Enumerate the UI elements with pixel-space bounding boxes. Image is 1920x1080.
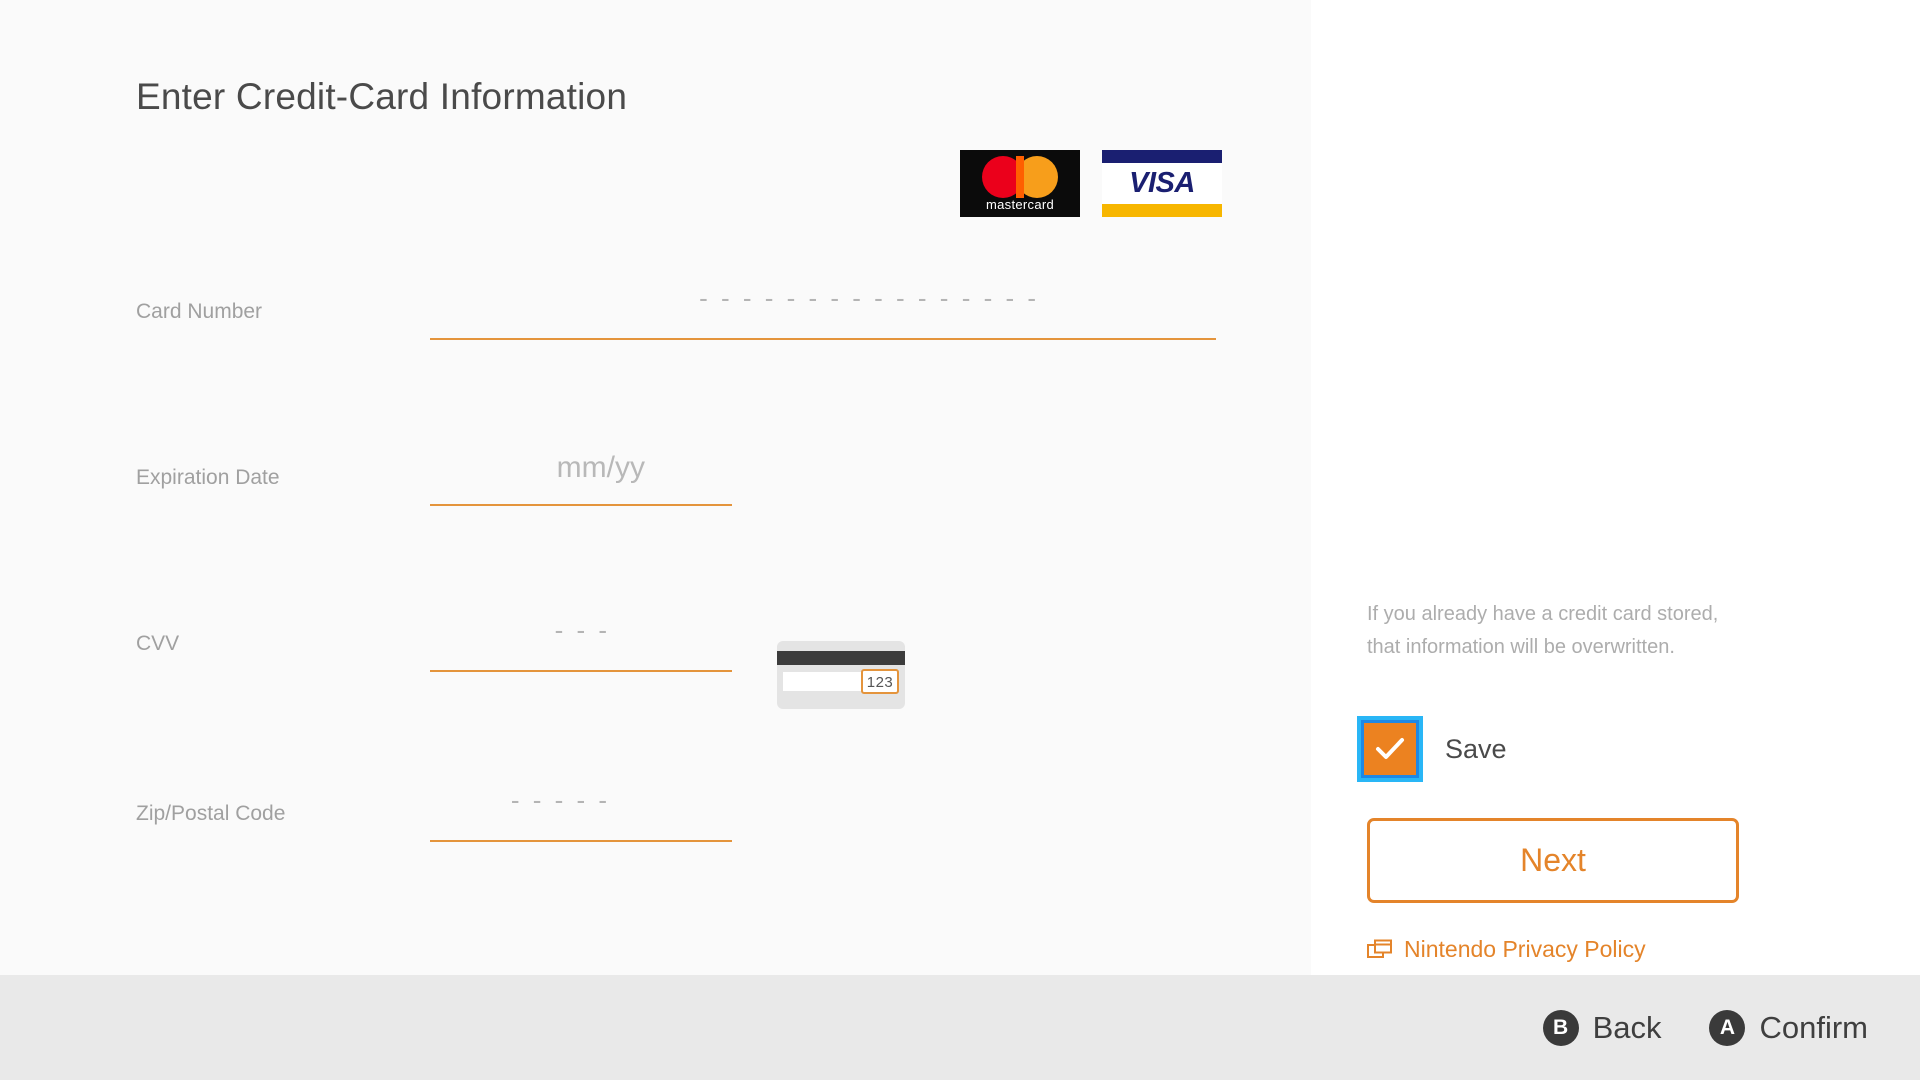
visa-logo: VISA	[1102, 150, 1222, 217]
bottom-action-bar: B Back A Confirm	[0, 975, 1920, 1080]
mastercard-wordmark: mastercard	[985, 197, 1055, 212]
placeholder-card-number: - - - - - - - - - - - - - - - -	[699, 283, 1039, 313]
save-checkbox-row[interactable]: Save	[1357, 716, 1507, 782]
back-button[interactable]: B Back	[1542, 1009, 1662, 1046]
confirm-button[interactable]: A Confirm	[1709, 1009, 1868, 1046]
page-title: Enter Credit-Card Information	[136, 76, 628, 117]
mastercard-circles	[982, 156, 1058, 198]
a-button-icon: A	[1709, 1009, 1746, 1046]
save-checkbox[interactable]	[1364, 723, 1416, 775]
visa-wordmark: VISA	[1129, 167, 1195, 199]
placeholder-zip-postal-code: - - - - -	[510, 785, 610, 815]
label-card-number: Card Number	[136, 300, 263, 323]
back-button-label: Back	[1592, 1009, 1662, 1045]
privacy-policy-link[interactable]: Nintendo Privacy Policy	[1367, 936, 1646, 963]
placeholder-expiration-date: mm/yy	[556, 451, 645, 484]
placeholder-cvv: - - -	[554, 615, 610, 645]
input-expiration-date[interactable]: mm/yy	[430, 444, 732, 506]
label-cvv: CVV	[136, 632, 180, 655]
card-cvv-example: 123	[861, 669, 899, 694]
next-button[interactable]: Next	[1367, 818, 1739, 903]
side-panel: If you already have a credit card stored…	[1311, 0, 1920, 975]
bottom-actions: B Back A Confirm	[1542, 975, 1868, 1080]
save-checkbox-label: Save	[1445, 733, 1507, 764]
mastercard-overlap	[1016, 156, 1024, 198]
label-expiration-date: Expiration Date	[136, 466, 280, 489]
field-row-expiration-date: Expiration Date mm/yy	[0, 444, 1311, 534]
cvv-location-card-icon: 123	[777, 641, 905, 709]
accepted-card-brands: mastercard VISA	[960, 150, 1222, 217]
visa-top-bar	[1102, 150, 1222, 163]
input-zip-postal-code[interactable]: - - - - -	[430, 780, 732, 842]
checkmark-icon	[1376, 738, 1404, 759]
b-button-icon: B	[1542, 1009, 1579, 1046]
card-magnetic-stripe	[777, 651, 905, 665]
mastercard-logo: mastercard	[960, 150, 1080, 217]
save-checkbox-focus-ring	[1357, 716, 1423, 782]
confirm-button-label: Confirm	[1759, 1009, 1868, 1045]
overwrite-help-text: If you already have a credit card stored…	[1367, 603, 1719, 658]
field-row-zip-postal-code: Zip/Postal Code - - - - -	[0, 780, 1311, 870]
external-window-icon	[1367, 939, 1392, 958]
field-row-card-number: Card Number - - - - - - - - - - - - - - …	[0, 278, 1311, 368]
form-panel: Enter Credit-Card Information mastercard…	[0, 0, 1311, 975]
visa-bottom-bar	[1102, 204, 1222, 217]
input-cvv[interactable]: - - -	[430, 610, 732, 672]
field-row-cvv: CVV - - -	[0, 610, 1311, 700]
label-zip-postal-code: Zip/Postal Code	[136, 802, 286, 825]
input-card-number[interactable]: - - - - - - - - - - - - - - - -	[430, 278, 1216, 340]
privacy-policy-label: Nintendo Privacy Policy	[1404, 936, 1646, 962]
credit-card-entry-screen: Enter Credit-Card Information mastercard…	[0, 0, 1920, 1080]
